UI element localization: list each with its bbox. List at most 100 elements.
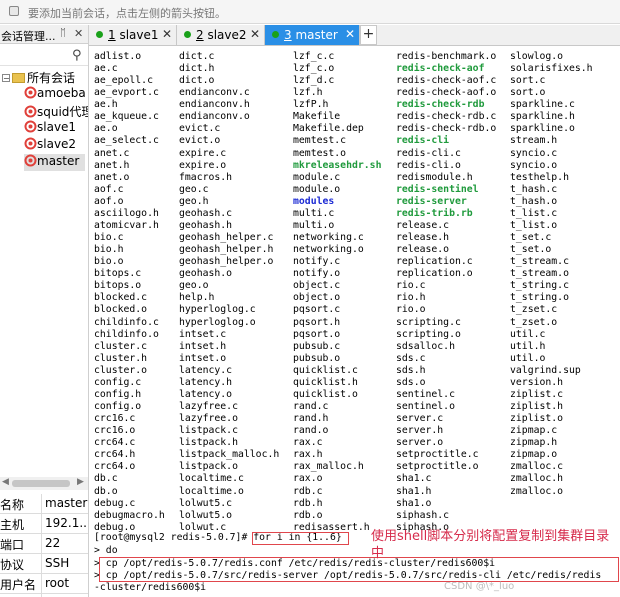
new-tab-button[interactable]: +	[360, 25, 377, 45]
tree-session-slave2[interactable]: slave2	[24, 137, 76, 154]
tree-session-master[interactable]: master	[24, 154, 86, 171]
file-entry: t_string.c	[510, 280, 569, 292]
session-icon	[24, 105, 37, 118]
file-entry: sha1.h	[396, 485, 432, 497]
file-entry: networking.c	[293, 232, 364, 244]
file-entry: evict.o	[179, 135, 221, 147]
property-value: 22	[45, 536, 61, 550]
file-entry: geohash.c	[179, 207, 233, 219]
file-entry: rio.h	[396, 292, 426, 304]
file-entry: util.h	[510, 340, 546, 352]
file-entry: scripting.o	[396, 328, 461, 340]
collapse-icon[interactable]: −	[2, 73, 10, 82]
file-entry: t_stream.o	[510, 268, 569, 280]
properties-scrollbar[interactable]: ◀ ▶	[0, 477, 88, 490]
watermark: CSDN @\*_luo	[444, 581, 515, 592]
info-icon	[9, 6, 19, 16]
file-entry: release.c	[396, 219, 450, 231]
file-entry: sort.c	[510, 75, 546, 87]
terminal-output[interactable]: adlist.o ae.c ae_epoll.c ae_evport.c ae.h ae_…	[89, 47, 620, 597]
pin-icon[interactable]: ᛖ	[60, 28, 66, 39]
file-entry: ae_evport.c	[94, 87, 159, 99]
scroll-left-icon[interactable]: ◀	[2, 477, 9, 487]
file-entry: setproctitle.c	[396, 449, 479, 461]
file-entry: aof.o	[94, 195, 124, 207]
connected-icon	[272, 31, 279, 38]
tree-session-amoeba[interactable]: amoeba	[24, 86, 86, 103]
file-entry: listpack.o	[179, 461, 238, 473]
file-entry: rio.o	[396, 304, 426, 316]
file-entry: rdb.o	[293, 509, 323, 521]
scrollbar-thumb[interactable]	[12, 480, 70, 487]
tab-master[interactable]: 3 master ✕	[265, 25, 360, 45]
session-tab-bar: 1 slave1 ✕ 2 slave2 ✕ 3 master ✕ +	[89, 25, 620, 46]
file-entry: memtest.c	[293, 135, 347, 147]
file-entry: rax.h	[293, 449, 323, 461]
search-icon[interactable]: ⚲	[72, 48, 82, 63]
file-entry: redis-cli.o	[396, 159, 461, 171]
file-entry: geo.h	[179, 195, 209, 207]
shell-prompt: [root@mysql2 redis-5.0.7]#	[94, 532, 254, 543]
file-entry: sds.c	[396, 352, 426, 364]
file-entry: intset.h	[179, 340, 227, 352]
file-entry: t_set.o	[510, 244, 552, 256]
file-entry: rax.o	[293, 473, 323, 485]
property-row: 名称 master	[0, 494, 88, 514]
file-entry: blocked.c	[94, 292, 148, 304]
property-key: 协议	[0, 558, 25, 572]
file-entry: siphash.c	[396, 509, 450, 521]
file-entry: config.h	[94, 388, 142, 400]
file-entry: modules	[293, 195, 335, 207]
file-entry: config.o	[94, 401, 142, 413]
file-entry: dict.c	[179, 51, 215, 62]
terminal-line: > do	[94, 545, 118, 556]
tree-session-squid[interactable]: squid代理	[24, 103, 88, 120]
file-entry: lzf_c.o	[293, 63, 335, 75]
property-value: 192.1...	[45, 516, 89, 530]
file-entry: util.c	[510, 328, 546, 340]
property-row: 端口 22	[0, 534, 88, 554]
close-tab-icon[interactable]: ✕	[345, 27, 355, 41]
file-entry: zipmap.c	[510, 425, 558, 437]
file-entry: ziplist.c	[510, 388, 564, 400]
tab-slave2[interactable]: 2 slave2 ✕	[177, 25, 265, 45]
property-value: SSH	[45, 556, 70, 570]
session-label: slave2	[37, 137, 77, 151]
tree-root[interactable]: − 所有会话	[2, 69, 75, 86]
file-entry: sort.o	[510, 87, 546, 99]
file-entry: debugmacro.h	[94, 509, 165, 521]
close-tab-icon[interactable]: ✕	[250, 27, 260, 41]
file-entry: ziplist.h	[510, 401, 564, 413]
tab-label: 3 master	[284, 28, 338, 42]
file-entry: t_list.c	[510, 207, 558, 219]
close-icon[interactable]: ✕	[74, 27, 83, 40]
session-search[interactable]: ⚲	[0, 45, 88, 66]
file-entry: blocked.o	[94, 304, 148, 316]
file-entry: sha1.c	[396, 473, 432, 485]
tree-session-slave1[interactable]: slave1	[24, 120, 76, 137]
session-label: master	[37, 154, 80, 168]
file-entry: solarisfixes.h	[510, 63, 593, 75]
file-entry: geohash_helper.h	[179, 244, 274, 256]
connected-icon	[184, 31, 191, 38]
tab-slave1[interactable]: 1 slave1 ✕	[89, 25, 177, 45]
file-entry: redis-server	[396, 195, 467, 207]
file-entry: geohash_helper.c	[179, 232, 274, 244]
file-entry: lzf.h	[293, 87, 323, 99]
file-entry: t_hash.c	[510, 183, 558, 195]
file-entry: ae_select.c	[94, 135, 159, 147]
file-entry: quicklist.c	[293, 364, 358, 376]
file-entry: crc64.o	[94, 461, 136, 473]
file-entry: crc16.o	[94, 425, 136, 437]
file-entry: notify.o	[293, 268, 341, 280]
file-entry: t_zset.o	[510, 316, 558, 328]
file-entry: zipmap.h	[510, 437, 558, 449]
file-entry: bitops.o	[94, 280, 142, 292]
file-entry: bitops.c	[94, 268, 142, 280]
file-entry: rio.c	[396, 280, 426, 292]
file-entry: help.h	[179, 292, 215, 304]
file-entry: anet.h	[94, 159, 130, 171]
file-entry: t_stream.c	[510, 256, 569, 268]
close-tab-icon[interactable]: ✕	[162, 27, 172, 41]
scroll-right-icon[interactable]: ▶	[77, 477, 84, 487]
